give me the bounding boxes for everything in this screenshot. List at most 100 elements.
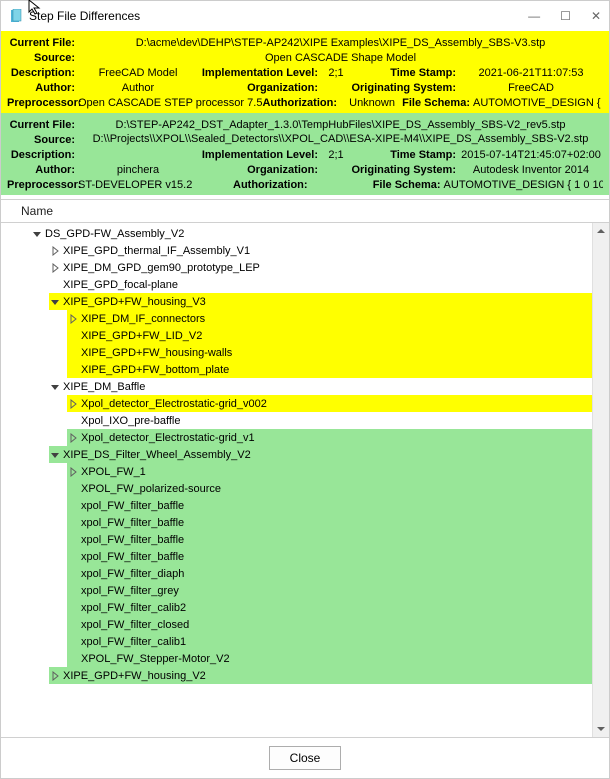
label: Description: <box>7 66 78 80</box>
tree-row[interactable]: XPOL_FW_polarized-source <box>67 480 593 497</box>
file2-org <box>321 163 351 177</box>
leaf-icon <box>67 653 79 665</box>
tree-item-label: XIPE_DM_Baffle <box>61 381 145 393</box>
label: Time Stamp: <box>351 66 459 80</box>
tree-row[interactable]: xpol_FW_filter_grey <box>67 582 593 599</box>
leaf-icon <box>67 585 79 597</box>
title-bar: Step File Differences — ☐ ✕ <box>1 1 609 31</box>
label: Implementation Level: <box>198 66 321 80</box>
tree-item-label: XPOL_FW_Stepper-Motor_V2 <box>79 653 230 665</box>
tree-row[interactable]: xpol_FW_filter_baffle <box>67 531 593 548</box>
window-title: Step File Differences <box>29 9 528 23</box>
tree-row[interactable]: xpol_FW_filter_baffle <box>67 548 593 565</box>
tree-row[interactable]: XIPE_GPD+FW_housing-walls <box>67 344 593 361</box>
tree-item-label: XIPE_GPD+FW_housing_V2 <box>61 670 206 682</box>
leaf-icon <box>67 534 79 546</box>
label: Originating System: <box>351 163 459 177</box>
file1-system: FreeCAD <box>459 81 603 95</box>
tree-row[interactable]: XPOL_FW_1 <box>67 463 593 480</box>
tree-row[interactable]: XIPE_DM_GPD_gem90_prototype_LEP <box>3 259 609 276</box>
tree-item-label: Xpol_detector_Electrostatic-grid_v002 <box>79 398 267 410</box>
tree-item-label: Xpol_IXO_pre-baffle <box>79 415 180 427</box>
tree-item-label: xpol_FW_filter_baffle <box>79 551 184 563</box>
close-button[interactable]: Close <box>269 746 341 770</box>
tree-row[interactable]: DS_GPD-FW_Assembly_V2 <box>3 225 609 242</box>
close-window-button[interactable]: ✕ <box>591 9 601 23</box>
file2-timestamp: 2015-07-14T21:45:07+02:00 <box>459 148 603 162</box>
expanded-icon[interactable] <box>49 296 61 308</box>
tree-row[interactable]: xpol_FW_filter_calib1 <box>67 633 593 650</box>
app-icon <box>9 9 23 23</box>
file2-preprocessor: ST-DEVELOPER v15.2 <box>78 178 233 192</box>
tree-row[interactable]: XPOL_FW_Stepper-Motor_V2 <box>67 650 593 667</box>
collapsed-icon[interactable] <box>67 466 79 478</box>
tree-row[interactable]: Xpol_detector_Electrostatic-grid_v002 <box>67 395 593 412</box>
collapsed-icon[interactable] <box>49 670 61 682</box>
expanded-icon[interactable] <box>49 449 61 461</box>
collapsed-icon[interactable] <box>67 398 79 410</box>
leaf-icon <box>67 500 79 512</box>
tree-item-label: xpol_FW_filter_grey <box>79 585 179 597</box>
tree-row[interactable]: XIPE_GPD_focal-plane <box>3 276 609 293</box>
tree-row[interactable]: XIPE_GPD+FW_LID_V2 <box>67 327 593 344</box>
file1-auth: Unknown <box>340 96 395 110</box>
tree-row[interactable]: Xpol_IXO_pre-baffle <box>3 412 609 429</box>
leaf-icon <box>67 602 79 614</box>
collapsed-icon[interactable] <box>67 313 79 325</box>
tree-row[interactable]: XIPE_GPD+FW_housing_V3 <box>49 293 593 310</box>
tree-row[interactable]: XIPE_GPD_thermal_IF_Assembly_V1 <box>3 242 609 259</box>
file1-source: Open CASCADE Shape Model <box>78 51 603 65</box>
scroll-down-icon[interactable] <box>593 721 609 737</box>
label: Originating System: <box>351 81 459 95</box>
tree-row[interactable]: xpol_FW_filter_baffle <box>67 497 593 514</box>
tree-item-label: Xpol_detector_Electrostatic-grid_v1 <box>79 432 255 444</box>
tree-row[interactable]: xpol_FW_filter_calib2 <box>67 599 593 616</box>
tree-item-label: XIPE_GPD_thermal_IF_Assembly_V1 <box>61 245 250 257</box>
leaf-icon <box>49 279 61 291</box>
file1-org <box>321 81 351 95</box>
diff-tree[interactable]: DS_GPD-FW_Assembly_V2 XIPE_GPD_thermal_IF… <box>1 223 609 737</box>
tree-row[interactable]: XIPE_DS_Filter_Wheel_Assembly_V2 <box>49 446 593 463</box>
label: Description: <box>7 148 78 162</box>
file1-schema: AUTOMOTIVE_DESIGN { 1 0 10303 214 1 1 1 … <box>473 96 603 110</box>
leaf-icon <box>67 619 79 631</box>
tree-item-label: xpol_FW_filter_baffle <box>79 534 184 546</box>
tree-item-label: xpol_FW_filter_calib2 <box>79 602 186 614</box>
tree-row[interactable]: XIPE_DM_Baffle <box>3 378 609 395</box>
tree-row[interactable]: XIPE_GPD+FW_bottom_plate <box>67 361 593 378</box>
label: Authorization: <box>233 178 311 192</box>
file1-preprocessor: Open CASCADE STEP processor 7.5 <box>78 96 262 110</box>
tree-header: Name <box>1 199 609 223</box>
label: Author: <box>7 81 78 95</box>
tree-item-label: XIPE_GPD+FW_LID_V2 <box>79 330 202 342</box>
tree-item-label: XPOL_FW_polarized-source <box>79 483 221 495</box>
tree-row[interactable]: xpol_FW_filter_closed <box>67 616 593 633</box>
tree-row[interactable]: XIPE_GPD+FW_housing_V2 <box>49 667 593 684</box>
tree-row[interactable]: xpol_FW_filter_diaph <box>67 565 593 582</box>
file2-description <box>78 148 198 162</box>
expanded-icon[interactable] <box>31 228 43 240</box>
tree-row[interactable]: Xpol_detector_Electrostatic-grid_v1 <box>67 429 593 446</box>
collapsed-icon[interactable] <box>49 245 61 257</box>
label: Current File: <box>7 118 78 132</box>
collapsed-icon[interactable] <box>49 262 61 274</box>
tree-item-label: XIPE_DS_Filter_Wheel_Assembly_V2 <box>61 449 251 461</box>
file2-impl-level: 2;1 <box>321 148 351 162</box>
tree-row[interactable]: xpol_FW_filter_baffle <box>67 514 593 531</box>
minimize-button[interactable]: — <box>528 9 540 23</box>
file2-source: D:\\Projects\\XPOL\\Sealed_Detectors\\XP… <box>78 133 603 147</box>
leaf-icon <box>67 517 79 529</box>
collapsed-icon[interactable] <box>67 432 79 444</box>
label: Organization: <box>198 163 321 177</box>
file1-info-panel: Current File: D:\acme\dev\DEHP\STEP-AP24… <box>1 31 609 113</box>
tree-item-label: xpol_FW_filter_closed <box>79 619 189 631</box>
maximize-button[interactable]: ☐ <box>560 9 571 23</box>
expanded-icon[interactable] <box>49 381 61 393</box>
tree-row[interactable]: XIPE_DM_IF_connectors <box>67 310 593 327</box>
scroll-up-icon[interactable] <box>593 223 609 239</box>
tree-item-label: XIPE_GPD_focal-plane <box>61 279 178 291</box>
leaf-icon <box>67 483 79 495</box>
vertical-scrollbar[interactable] <box>592 223 609 737</box>
leaf-icon <box>67 568 79 580</box>
leaf-icon <box>67 636 79 648</box>
